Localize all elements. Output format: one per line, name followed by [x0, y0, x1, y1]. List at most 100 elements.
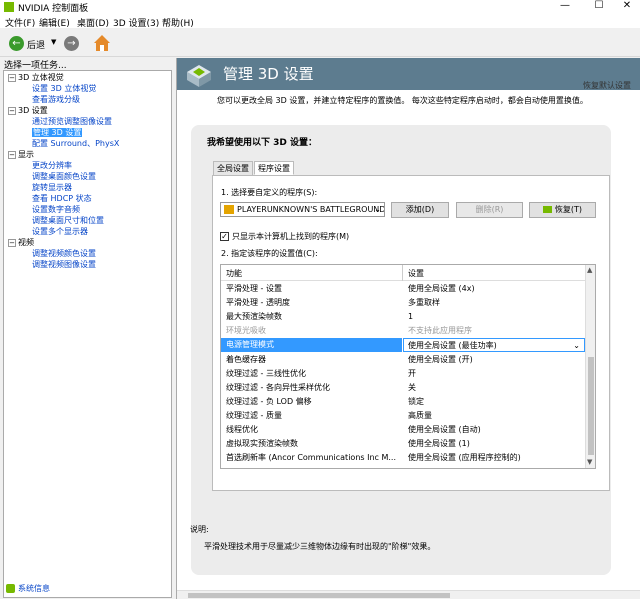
- description-label: 说明:: [190, 525, 209, 534]
- tree-item-video-color[interactable]: 调整视频颜色设置: [32, 249, 96, 259]
- tree-item-game-ratings[interactable]: 查看游戏分级: [32, 95, 80, 105]
- menu-3d-settings[interactable]: 3D 设置(3): [113, 16, 159, 29]
- title-bar: NVIDIA 控制面板 — ☐ ✕: [0, 0, 640, 14]
- tree-cat-stereo[interactable]: −3D 立体视觉: [8, 73, 64, 83]
- tree-item-manage-3d[interactable]: 管理 3D 设置: [32, 128, 83, 138]
- collapse-icon[interactable]: −: [8, 73, 16, 82]
- panel-title: 我希望使用以下 3D 设置：: [207, 138, 318, 148]
- settings-row[interactable]: 纹理过滤 - 负 LOD 偏移 锁定: [221, 395, 587, 409]
- tab-global-settings[interactable]: 全局设置: [213, 161, 253, 175]
- system-info-link[interactable]: 系统信息: [6, 583, 50, 594]
- program-select[interactable]: PLAYERUNKNOWN'S BATTLEGROUNDS ⌄: [220, 202, 385, 217]
- setting-value: 使用全局设置 (应用程序控制的): [408, 453, 521, 463]
- column-header-setting[interactable]: 设置: [408, 268, 424, 279]
- settings-row[interactable]: 首选刷新率 (Ancor Communications Inc M... 使用全局…: [221, 451, 587, 465]
- settings-row[interactable]: 纹理过滤 - 质量 高质量: [221, 409, 587, 423]
- menu-edit[interactable]: 编辑(E): [39, 16, 70, 29]
- task-tree: −3D 立体视觉 设置 3D 立体视觉 查看游戏分级 −3D 设置 通过预览调整…: [3, 70, 172, 598]
- scroll-thumb[interactable]: [588, 357, 594, 455]
- settings-row[interactable]: 虚拟现实预渲染帧数 使用全局设置 (1): [221, 437, 587, 451]
- settings-row[interactable]: 着色缓存器 使用全局设置 (开): [221, 353, 587, 367]
- scroll-up-icon[interactable]: ▲: [587, 266, 592, 274]
- page-header: 管理 3D 设置 恢复默认设置: [177, 58, 640, 90]
- feature-name: 纹理过滤 - 各向异性采样优化: [226, 382, 330, 392]
- settings-row[interactable]: 纹理过滤 - 三线性优化 开: [221, 367, 587, 381]
- feature-name: 虚拟现实预渲染帧数: [226, 439, 298, 449]
- settings-row[interactable]: 最大预渲染帧数 1: [221, 310, 587, 324]
- system-info-icon: [6, 584, 15, 593]
- settings-row[interactable]: 平滑处理 - 设置 使用全局设置 (4x): [221, 282, 587, 296]
- intro-text: 您可以更改全局 3D 设置，并建立特定程序的置换值。 每次这些特定程序启动时，都…: [217, 96, 588, 105]
- nvidia-icon: [542, 206, 552, 213]
- tree-cat-label: 3D 立体视觉: [18, 73, 64, 82]
- maximize-button[interactable]: ☐: [584, 0, 614, 14]
- setting-value: 锁定: [408, 396, 424, 406]
- checkbox-icon[interactable]: ✓: [220, 232, 229, 241]
- feature-name: 平滑处理 - 设置: [226, 284, 282, 293]
- restore-program-button[interactable]: 恢复(T): [529, 202, 596, 218]
- grid-scrollbar[interactable]: ▲ ▼: [585, 265, 595, 468]
- menu-desktop[interactable]: 桌面(D): [77, 16, 109, 29]
- nvidia-logo-icon: [4, 2, 14, 12]
- feature-name: 最大预渲染帧数: [226, 312, 282, 322]
- feature-name: 环境光吸收: [226, 326, 266, 336]
- setting-value: 不支持此应用程序: [408, 326, 472, 336]
- tree-item-multi-display[interactable]: 设置多个显示器: [32, 227, 88, 237]
- settings-grid: 功能 设置 平滑处理 - 设置 使用全局设置 (4x) 平滑处理 - 透明度 多重取样…: [220, 264, 596, 469]
- tree-item-hdcp[interactable]: 查看 HDCP 状态: [32, 194, 92, 204]
- column-header-feature[interactable]: 功能: [226, 268, 242, 279]
- tree-item-setup-stereo[interactable]: 设置 3D 立体视觉: [32, 84, 96, 94]
- feature-name: 首选刷新率 (Ancor Communications Inc M...: [226, 453, 396, 463]
- feature-name: 纹理过滤 - 三线性优化: [226, 368, 306, 378]
- add-program-button[interactable]: 添加(D): [391, 202, 449, 218]
- setting-value: 关: [408, 382, 416, 392]
- program-settings-tab: 1. 选择要自定义的程序(S): PLAYERUNKNOWN'S BATTLEG…: [212, 175, 610, 491]
- settings-row[interactable]: 平滑处理 - 透明度 多重取样: [221, 296, 587, 310]
- tree-item-resolution[interactable]: 更改分辨率: [32, 161, 72, 171]
- show-local-programs-checkbox[interactable]: ✓ 只显示本计算机上找到的程序(M): [220, 231, 349, 242]
- tree-cat-video[interactable]: − 视频: [8, 238, 34, 248]
- back-dropdown-icon[interactable]: ▼: [51, 38, 56, 46]
- tree-item-rotate-display[interactable]: 旋转显示器: [32, 183, 72, 193]
- tree-item-digital-audio[interactable]: 设置数字音频: [32, 205, 80, 215]
- back-button-label[interactable]: 后退: [27, 38, 45, 51]
- collapse-icon[interactable]: −: [8, 106, 16, 115]
- settings-row[interactable]: 电源管理模式 使用全局设置 (最佳功率) ⌄: [221, 338, 587, 353]
- tree-item-desktop-size[interactable]: 调整桌面尺寸和位置: [32, 216, 104, 226]
- tree-cat-3d[interactable]: −3D 设置: [8, 106, 48, 116]
- remove-program-button[interactable]: 删除(R): [456, 202, 523, 218]
- settings-row[interactable]: 环境光吸收 不支持此应用程序: [221, 324, 587, 338]
- setting-value-dropdown[interactable]: 使用全局设置 (最佳功率) ⌄: [403, 338, 585, 353]
- horizontal-scrollbar[interactable]: [177, 590, 640, 599]
- restore-defaults-link[interactable]: 恢复默认设置: [583, 80, 631, 91]
- collapse-icon[interactable]: −: [8, 238, 16, 247]
- tab-program-settings[interactable]: 程序设置: [254, 161, 294, 175]
- tree-item-video-image[interactable]: 调整视频图像设置: [32, 260, 96, 270]
- minimize-button[interactable]: —: [550, 0, 580, 14]
- chevron-down-icon[interactable]: ⌄: [573, 339, 580, 353]
- settings-row[interactable]: 纹理过滤 - 各向异性采样优化 关: [221, 381, 587, 395]
- column-divider: [402, 265, 403, 281]
- menu-file[interactable]: 文件(F): [5, 16, 35, 29]
- close-button[interactable]: ✕: [612, 0, 640, 14]
- setting-value: 开: [408, 368, 416, 378]
- program-name: PLAYERUNKNOWN'S BATTLEGROUNDS: [237, 205, 385, 214]
- menu-help[interactable]: 帮助(H): [162, 16, 194, 29]
- horizontal-scroll-thumb[interactable]: [188, 593, 450, 598]
- tree-item-image-preview[interactable]: 通过预览调整图像设置: [32, 117, 112, 127]
- setting-value: 使用全局设置 (1): [408, 439, 470, 449]
- forward-arrow-icon[interactable]: →: [64, 36, 79, 51]
- collapse-icon[interactable]: −: [8, 150, 16, 159]
- tree-cat-display[interactable]: − 显示: [8, 150, 34, 160]
- scroll-down-icon[interactable]: ▼: [587, 458, 592, 466]
- feature-name: 纹理过滤 - 负 LOD 偏移: [226, 396, 312, 406]
- system-info-label: 系统信息: [18, 584, 50, 593]
- tree-item-desktop-color[interactable]: 调整桌面颜色设置: [32, 172, 96, 182]
- settings-row[interactable]: 线程优化 使用全局设置 (自动): [221, 423, 587, 437]
- feature-name: 纹理过滤 - 质量: [226, 410, 282, 420]
- tree-item-surround-physx[interactable]: 配置 Surround、PhysX: [32, 139, 119, 149]
- tree-cat-label: 3D 设置: [18, 106, 48, 115]
- chevron-down-icon[interactable]: ⌄: [374, 203, 381, 216]
- home-icon[interactable]: [93, 34, 111, 52]
- back-arrow-icon[interactable]: ←: [9, 36, 24, 51]
